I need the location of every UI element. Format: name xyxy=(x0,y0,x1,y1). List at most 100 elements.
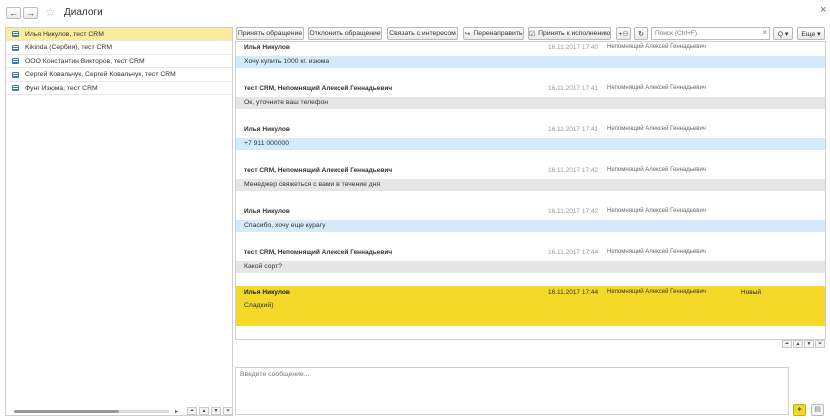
dialog-list-item[interactable]: Илья Никулов, тест CRM xyxy=(6,28,232,41)
message-time: 16.11.2017 17:42 xyxy=(548,167,599,174)
scroll-top-button[interactable]: ⏶ xyxy=(187,407,197,415)
message-responsible: Непомнящий Алексей Геннадьевич xyxy=(607,249,706,255)
dialog-list-item[interactable]: Сергей Ковальчук, Сергей Ковальчук, тест… xyxy=(6,69,232,82)
message-body[interactable]: Ок, уточните ваш телефон xyxy=(236,97,825,109)
scroll-up-button[interactable]: ▲ xyxy=(199,407,209,415)
chat-icon xyxy=(12,58,19,64)
message-time: 16.11.2017 17:41 xyxy=(548,126,599,133)
forward-button[interactable]: → xyxy=(23,7,38,19)
dialog-list-item[interactable]: Kikinda (Сербия), тест CRM xyxy=(6,42,232,55)
message-text: Спасибо, хочу еще курагу xyxy=(244,222,326,229)
message-input[interactable] xyxy=(235,367,789,415)
chat-icon xyxy=(12,31,19,37)
message-text: Менеджер свяжеться с вами в течение дня xyxy=(244,181,381,188)
dialog-label: Сергей Ковальчук, Сергей Ковальчук, тест… xyxy=(25,71,176,78)
redirect-label: Перенаправить xyxy=(473,30,523,37)
horizontal-scrollbar[interactable] xyxy=(14,410,119,413)
page-title: Диалоги xyxy=(64,7,103,18)
link-interest-button[interactable]: Связать с интересом xyxy=(387,27,458,40)
message-responsible: Непомнящий Алексей Геннадьевич xyxy=(607,289,706,295)
message-header[interactable]: тест CRM, Непомнящий Алексей Геннадьевич… xyxy=(236,83,825,95)
msg-scroll-up-button[interactable]: ▲ xyxy=(793,340,803,348)
dialog-list-item[interactable]: ООО Константин Викторов, тест CRM xyxy=(6,55,232,68)
dialog-list-item[interactable]: Фунг Изюма, тест CRM xyxy=(6,82,232,95)
msg-scroll-down-button[interactable]: ▼ xyxy=(804,340,814,348)
message-header[interactable]: тест CRM, Непомнящий Алексей Геннадьевич… xyxy=(236,165,825,177)
search-button[interactable]: Q ▾ xyxy=(773,27,793,40)
dialog-label: Фунг Изюма, тест CRM xyxy=(25,84,98,92)
accept-label: Принять обращение xyxy=(237,30,303,37)
search-box: × xyxy=(651,27,770,40)
message-time: 16.11.2017 17:42 xyxy=(548,208,599,215)
message-header[interactable]: Илья Никулов 16.11.2017 17:44 Непомнящий А… xyxy=(236,287,825,299)
dialog-label: Kikinda (Сербия), тест CRM xyxy=(25,44,113,51)
reject-request-button[interactable]: Отклонить обращение xyxy=(308,27,382,40)
redirect-icon: ↪ xyxy=(464,30,471,38)
send-button[interactable]: ✦ xyxy=(793,404,806,416)
message-author: Илья Никулов xyxy=(244,44,290,51)
dialog-label: Илья Никулов, тест CRM xyxy=(25,30,104,38)
message-body[interactable]: Спасибо, хочу еще курагу xyxy=(236,220,825,232)
msg-scroll-top-button[interactable]: ⏶ xyxy=(782,340,792,348)
message-status: Новый xyxy=(741,289,762,296)
message-responsible: Непомнящий Алексей Геннадьевич xyxy=(607,126,706,132)
message-time: 16.11.2017 17:40 xyxy=(548,44,599,51)
message-text: Сладкий) xyxy=(244,302,274,309)
message-time: 16.11.2017 17:44 xyxy=(548,249,599,256)
scroll-bottom-button[interactable]: ⏷ xyxy=(223,407,233,415)
message-author: Илья Никулов xyxy=(244,208,290,215)
more-label: Еще ▾ xyxy=(801,30,821,38)
message-responsible: Непомнящий Алексей Геннадьевич xyxy=(607,85,706,91)
document-icon: ▤ xyxy=(814,406,821,413)
scroll-down-button[interactable]: ▼ xyxy=(211,407,221,415)
message-body[interactable]: Хочу купить 1000 кг. изюма xyxy=(236,56,825,68)
message-body[interactable]: Сладкий) xyxy=(236,300,825,312)
message-time: 16.11.2017 17:44 xyxy=(548,289,599,296)
search-icon: Q ▾ xyxy=(777,30,789,38)
search-input[interactable] xyxy=(652,28,756,39)
msg-scroll-bottom-button[interactable]: ⏷ xyxy=(815,340,825,348)
message-text: Ок, уточните ваш телефон xyxy=(244,99,329,106)
message-text: +7 911 000000 xyxy=(244,140,290,147)
redirect-button[interactable]: ↪ Перенаправить xyxy=(463,27,524,40)
message-text: Какой сорт? xyxy=(244,263,283,270)
app-window: ← → ☆ Диалоги × Илья Никулов, тест CRM Ki… xyxy=(0,0,830,420)
message-time: 16.11.2017 17:41 xyxy=(548,85,599,92)
send-icon: ✦ xyxy=(796,405,803,414)
message-responsible: Непомнящий Алексей Геннадьевич xyxy=(607,208,706,214)
scrollbar-track xyxy=(119,410,169,413)
message-body[interactable]: Какой сорт? xyxy=(236,261,825,273)
clear-search-icon[interactable]: × xyxy=(762,28,767,37)
message-author: тест CRM, Непомнящий Алексей Геннадьевич xyxy=(244,167,393,174)
link-interest-label: Связать с интересом xyxy=(389,30,456,37)
message-text: Хочу купить 1000 кг. изюма xyxy=(244,58,330,65)
chat-icon xyxy=(12,44,19,51)
chat-icon xyxy=(12,85,19,91)
message-author: Илья Никулов xyxy=(244,289,290,296)
dialog-label: ООО Константин Викторов, тест CRM xyxy=(25,57,145,65)
message-header[interactable]: Илья Никулов 16.11.2017 17:42 Непомнящий А… xyxy=(236,206,825,218)
accept-execution-button[interactable]: ☑ Принять к исполнению xyxy=(528,27,611,40)
message-header[interactable]: Илья Никулов 16.11.2017 17:40 Непомнящий А… xyxy=(236,42,825,54)
refresh-icon: ↻ xyxy=(638,30,644,38)
message-body[interactable]: Менеджер свяжеться с вами в течение дня xyxy=(236,179,825,191)
reject-label: Отклонить обращение xyxy=(309,30,381,37)
message-header[interactable]: Илья Никулов 16.11.2017 17:41 Непомнящий А… xyxy=(236,124,825,136)
star-icon[interactable]: ☆ xyxy=(45,5,56,19)
message-responsible: Непомнящий Алексей Геннадьевич xyxy=(607,44,706,50)
message-author: Илья Никулов xyxy=(244,126,290,133)
add-participant-button[interactable]: +⚇ xyxy=(616,27,631,40)
checkbox-icon: ☑ xyxy=(528,30,536,38)
accept-exec-label: Принять к исполнению xyxy=(538,30,611,37)
message-responsible: Непомнящий Алексей Геннадьевич xyxy=(607,167,706,173)
scroll-right-icon[interactable]: ▸ xyxy=(175,408,178,415)
message-body[interactable]: +7 911 000000 xyxy=(236,138,825,150)
back-button[interactable]: ← xyxy=(6,7,21,19)
message-author: тест CRM, Непомнящий Алексей Геннадьевич xyxy=(244,249,393,256)
message-header[interactable]: тест CRM, Непомнящий Алексей Геннадьевич… xyxy=(236,247,825,259)
template-button[interactable]: ▤ xyxy=(811,404,824,416)
close-icon[interactable]: × xyxy=(820,4,826,16)
more-menu-button[interactable]: Еще ▾ xyxy=(797,27,825,40)
accept-request-button[interactable]: Принять обращение xyxy=(236,27,304,40)
refresh-button[interactable]: ↻ xyxy=(634,27,648,40)
